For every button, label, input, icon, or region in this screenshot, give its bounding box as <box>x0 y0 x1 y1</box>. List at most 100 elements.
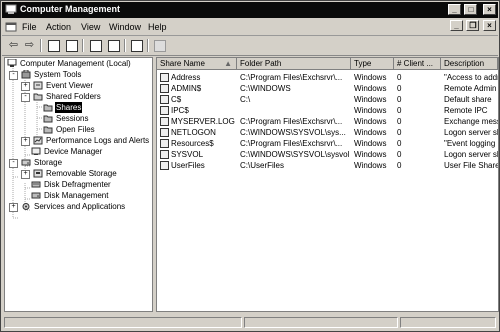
cell-folder-path: C:\UserFiles <box>240 161 285 170</box>
expand-icon[interactable]: + <box>21 82 30 91</box>
maximize-button[interactable]: □ <box>464 4 478 15</box>
minimize-button[interactable]: _ <box>447 4 461 15</box>
removable-storage-icon <box>33 169 43 178</box>
cell-share-name: Resources$ <box>171 139 214 148</box>
table-row[interactable]: IPC$ Windows 0 Remote IPC <box>157 105 498 116</box>
shares-folder-icon <box>43 104 53 112</box>
document-window-icon[interactable] <box>5 21 17 33</box>
cell-client-count: 0 <box>397 139 402 148</box>
cell-share-name: C$ <box>171 95 182 104</box>
back-arrow-icon[interactable]: ⇦ <box>6 38 21 53</box>
sessions-folder-icon <box>43 115 53 123</box>
cell-client-count: 0 <box>397 73 402 82</box>
cell-share-name: UserFiles <box>171 161 205 170</box>
collapse-icon[interactable]: - <box>9 71 18 80</box>
computer-management-window: Computer Management _ □ × File Action Vi… <box>0 0 500 332</box>
cell-description: Exchange mess <box>444 117 498 126</box>
cell-folder-path: C:\Program Files\Exchsrvr\... <box>240 139 343 148</box>
document-close-button[interactable]: × <box>483 20 496 31</box>
cell-folder-path: C:\Program Files\Exchsrvr\... <box>240 73 343 82</box>
cell-folder-path: C:\WINDOWS\SYSVOL\sysvol <box>240 150 350 159</box>
disk-defragmenter-icon <box>31 181 41 188</box>
expand-icon[interactable]: + <box>21 170 30 179</box>
collapse-icon[interactable]: - <box>21 93 30 102</box>
close-button[interactable]: × <box>483 4 496 15</box>
table-row[interactable]: Resources$ C:\Program Files\Exchsrvr\... W… <box>157 138 498 149</box>
cell-description: "Event logging i <box>444 139 498 148</box>
forward-arrow-icon[interactable]: ⇨ <box>22 38 37 53</box>
new-share-icon[interactable] <box>152 38 167 53</box>
menu-help[interactable]: Help <box>148 22 167 32</box>
cell-folder-path: C:\Program Files\Exchsrvr\... <box>240 117 343 126</box>
open-files-folder-icon <box>43 126 53 134</box>
main-content: Computer Management (Local) - System Too… <box>2 56 499 313</box>
disk-management-icon <box>31 192 41 199</box>
share-icon <box>160 106 169 115</box>
computer-icon <box>7 59 17 67</box>
menu-file[interactable]: File <box>22 22 37 32</box>
column-header-client-connections[interactable]: # Client ... <box>394 58 441 70</box>
storage-icon <box>21 159 31 166</box>
computer-management-icon <box>5 4 17 14</box>
share-icon <box>160 117 169 126</box>
cell-type: Windows <box>354 128 387 137</box>
table-row[interactable]: Address C:\Program Files\Exchsrvr\... Wind… <box>157 72 498 83</box>
device-manager-icon <box>31 147 41 155</box>
up-one-level-icon[interactable]: ↑ <box>46 38 61 53</box>
share-icon <box>160 128 169 137</box>
menu-window[interactable]: Window <box>109 22 141 32</box>
cell-client-count: 0 <box>397 161 402 170</box>
cell-description: Logon server sh <box>444 128 498 137</box>
menu-action[interactable]: Action <box>46 22 71 32</box>
cell-type: Windows <box>354 117 387 126</box>
column-header-type[interactable]: Type <box>351 58 394 70</box>
expand-icon[interactable]: + <box>21 137 30 146</box>
sort-ascending-icon: ▲ <box>224 59 232 68</box>
share-icon <box>160 95 169 104</box>
performance-logs-icon <box>33 136 43 145</box>
document-minimize-button[interactable]: _ <box>449 20 463 31</box>
menu-view[interactable]: View <box>81 22 100 32</box>
cell-type: Windows <box>354 73 387 82</box>
refresh-icon[interactable] <box>106 38 121 53</box>
properties-icon[interactable] <box>88 38 103 53</box>
cell-client-count: 0 <box>397 106 402 115</box>
expand-icon[interactable]: + <box>9 203 18 212</box>
cell-folder-path: C:\WINDOWS\SYSVOL\sys... <box>240 128 346 137</box>
cell-description: "Access to addr <box>444 73 498 82</box>
share-icon <box>160 73 169 82</box>
services-icon <box>22 203 30 210</box>
status-pane-right <box>400 317 496 328</box>
cell-type: Windows <box>354 106 387 115</box>
table-row[interactable]: SYSVOL C:\WINDOWS\SYSVOL\sysvol Windows 0 Lo… <box>157 149 498 160</box>
status-pane-main <box>4 317 242 328</box>
cell-share-name: IPC$ <box>171 106 189 115</box>
cell-share-name: NETLOGON <box>171 128 216 137</box>
share-icon <box>160 161 169 170</box>
document-restore-button[interactable]: ❐ <box>466 20 480 31</box>
shared-folder-icon <box>33 93 43 101</box>
event-viewer-icon <box>33 81 43 90</box>
cell-folder-path: C:\ <box>240 95 251 104</box>
shares-list: Share Name ▲ Folder Path Type # Client .… <box>156 57 499 312</box>
title-bar[interactable]: Computer Management _ □ × <box>2 2 498 18</box>
cell-share-name: ADMIN$ <box>171 84 202 93</box>
table-row[interactable]: MYSERVER.LOG C:\Program Files\Exchsrvr\..… <box>157 116 498 127</box>
toolbar: ⇦ ⇨ ↑ ? <box>2 36 498 56</box>
column-header-description[interactable]: Description <box>441 58 498 70</box>
cell-client-count: 0 <box>397 128 402 137</box>
cell-client-count: 0 <box>397 84 402 93</box>
console-tree: Computer Management (Local) - System Too… <box>4 57 153 312</box>
table-row[interactable]: C$ C:\ Windows 0 Default share <box>157 94 498 105</box>
cell-client-count: 0 <box>397 117 402 126</box>
column-header-share-name[interactable]: Share Name ▲ <box>157 58 237 70</box>
table-row[interactable]: NETLOGON C:\WINDOWS\SYSVOL\sys... Windows 0… <box>157 127 498 138</box>
window-title: Computer Management <box>20 4 121 14</box>
table-row[interactable]: ADMIN$ C:\WINDOWS Windows 0 Remote Admin <box>157 83 498 94</box>
table-row[interactable]: UserFiles C:\UserFiles Windows 0 User File S… <box>157 160 498 171</box>
show-hide-console-tree-icon[interactable] <box>64 38 79 53</box>
help-icon[interactable]: ? <box>129 38 144 53</box>
collapse-icon[interactable]: - <box>9 159 18 168</box>
toolbox-icon <box>21 70 31 79</box>
column-header-folder-path[interactable]: Folder Path <box>237 58 351 70</box>
